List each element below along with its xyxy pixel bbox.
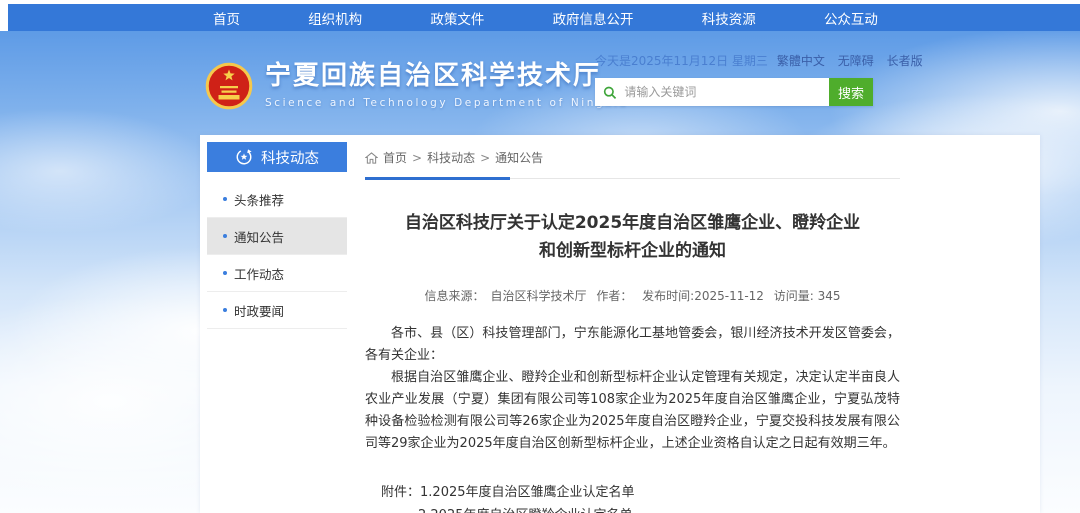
site-title: 宁夏回族自治区科学技术厅	[265, 60, 629, 92]
attachment-link-2[interactable]: 2.2025年度自治区瞪羚企业认定名单	[418, 504, 633, 513]
breadcrumb-home[interactable]: 首页	[383, 149, 407, 166]
article-area: 首页 > 科技动态 > 通知公告 自治区科技厅关于认定2025年度自治区雏鹰企业…	[365, 145, 900, 513]
national-emblem-icon	[205, 62, 253, 110]
meta-publish-date: 发布时间:2025-11-12	[642, 289, 764, 303]
nav-item-gov-info[interactable]: 政府信息公开	[553, 8, 634, 28]
sidebar-item-label: 工作动态	[234, 264, 284, 283]
search-button[interactable]: 搜索	[829, 78, 873, 106]
top-navbar: 首页 组织机构 政策文件 政府信息公开 科技资源 公众互动	[8, 4, 1080, 31]
bullet-dot-icon	[223, 197, 227, 201]
meta-source-value: 自治区科学技术厅	[490, 289, 586, 303]
breadcrumb: 首页 > 科技动态 > 通知公告	[365, 145, 900, 178]
article-title: 自治区科技厅关于认定2025年度自治区雏鹰企业、瞪羚企业 和创新型标杆企业的通知	[365, 209, 900, 265]
article-title-line2: 和创新型标杆企业的通知	[365, 237, 900, 265]
article-paragraph: 根据自治区雏鹰企业、瞪羚企业和创新型标杆企业认定管理有关规定，决定认定半亩良人农…	[365, 367, 900, 455]
site-title-block: 宁夏回族自治区科学技术厅 Science and Technology Depa…	[265, 60, 629, 109]
breadcrumb-notices[interactable]: 通知公告	[495, 149, 543, 166]
nav-items: 首页 组织机构 政策文件 政府信息公开 科技资源 公众互动	[213, 4, 878, 31]
meta-source-label: 信息来源：	[424, 289, 484, 303]
nav-item-organization[interactable]: 组织机构	[308, 8, 362, 28]
sidebar-item-politics-news[interactable]: 时政要闻	[207, 292, 347, 329]
quick-links: 繁體中文 无障碍 长者版	[768, 52, 923, 69]
nav-item-policy[interactable]: 政策文件	[430, 8, 484, 28]
nav-item-resources[interactable]: 科技资源	[702, 8, 756, 28]
site-subtitle: Science and Technology Department of Nin…	[265, 97, 629, 109]
article-paragraph: 各市、县（区）科技管理部门，宁东能源化工基地管委会，银川经济技术开发区管委会，各…	[365, 323, 900, 367]
link-accessibility[interactable]: 无障碍	[838, 54, 874, 68]
site-logo[interactable]: 宁夏回族自治区科学技术厅 Science and Technology Depa…	[205, 60, 629, 110]
nav-item-home[interactable]: 首页	[213, 8, 240, 28]
content-panel: 科技动态 头条推荐 通知公告 工作动态 时政要闻	[200, 135, 1040, 513]
sidebar: 科技动态 头条推荐 通知公告 工作动态 时政要闻	[207, 142, 347, 329]
meta-author-label: 作者：	[596, 289, 632, 303]
article-title-line1: 自治区科技厅关于认定2025年度自治区雏鹰企业、瞪羚企业	[365, 209, 900, 237]
sidebar-item-headlines[interactable]: 头条推荐	[207, 181, 347, 218]
bullet-dot-icon	[223, 271, 227, 275]
sidebar-title: 科技动态	[261, 147, 319, 168]
article-meta: 信息来源： 自治区科学技术厅 作者： 发布时间:2025-11-12 访问量: 3…	[365, 287, 900, 304]
header-tools: 今天是2025年11月12日 星期三 繁體中文 无障碍 长者版 搜索	[595, 52, 873, 106]
attachment-link-1[interactable]: 1.2025年度自治区雏鹰企业认定名单	[420, 481, 635, 504]
page: 首页 组织机构 政策文件 政府信息公开 科技资源 公众互动 宁夏回族自治区科学技…	[0, 0, 1080, 513]
home-icon	[365, 152, 378, 164]
nav-item-interaction[interactable]: 公众互动	[824, 8, 878, 28]
bullet-dot-icon	[223, 308, 227, 312]
search-box[interactable]	[595, 78, 829, 106]
current-date: 今天是2025年11月12日 星期三	[595, 52, 768, 69]
sidebar-item-label: 通知公告	[234, 227, 284, 246]
breadcrumb-divider	[365, 178, 900, 179]
breadcrumb-separator: >	[412, 151, 422, 165]
link-elder-version[interactable]: 长者版	[887, 54, 923, 68]
search-icon	[603, 85, 616, 100]
sidebar-item-label: 头条推荐	[234, 190, 284, 209]
link-traditional-chinese[interactable]: 繁體中文	[777, 54, 825, 68]
sidebar-header: 科技动态	[207, 142, 347, 172]
sidebar-item-work-trends[interactable]: 工作动态	[207, 255, 347, 292]
meta-view-count: 访问量: 345	[774, 289, 841, 303]
breadcrumb-separator: >	[480, 151, 490, 165]
article-body: 各市、县（区）科技管理部门，宁东能源化工基地管委会，银川经济技术开发区管委会，各…	[365, 323, 900, 455]
attachment-label: 附件：	[381, 481, 420, 504]
search-input[interactable]	[622, 84, 821, 100]
rotate-star-icon	[235, 148, 253, 166]
breadcrumb-tech-trends[interactable]: 科技动态	[427, 149, 475, 166]
search-bar: 搜索	[595, 78, 873, 106]
sidebar-item-label: 时政要闻	[234, 301, 284, 320]
bullet-dot-icon	[223, 234, 227, 238]
breadcrumb-accent-line	[365, 177, 510, 180]
attachment-list: 附件： 1.2025年度自治区雏鹰企业认定名单 2.2025年度自治区瞪羚企业认…	[381, 481, 900, 513]
sidebar-item-notices[interactable]: 通知公告	[207, 218, 347, 255]
